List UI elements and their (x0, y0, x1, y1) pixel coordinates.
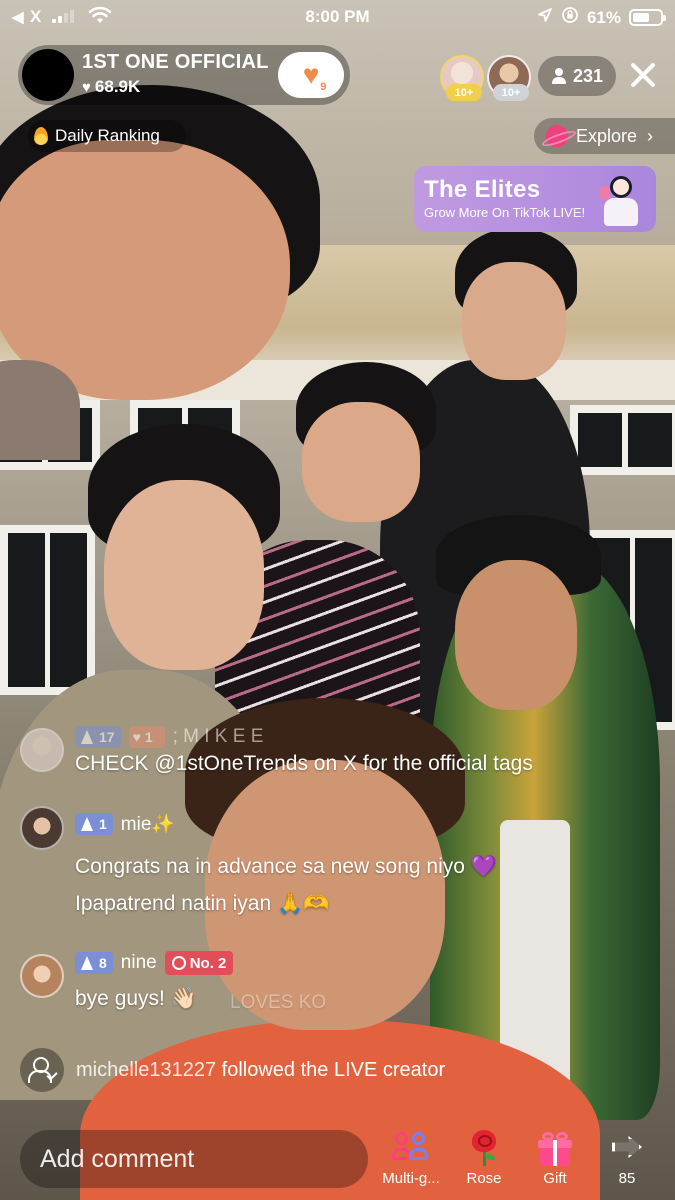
viewer-count: 231 (572, 65, 604, 86)
gift-icon (538, 1132, 572, 1166)
daily-ranking-button[interactable]: Daily Ranking (28, 120, 186, 152)
comment-input[interactable]: Add comment (20, 1130, 368, 1188)
window (570, 405, 675, 475)
flame-icon (34, 127, 48, 145)
commenter-avatar[interactable] (20, 806, 64, 850)
person-icon (551, 67, 567, 85)
host-name: 1ST ONE OFFICIAL (82, 51, 269, 73)
person-scarf-face (455, 560, 577, 710)
heart-icon: ♥ (82, 78, 91, 96)
level-badge: 1 (75, 813, 113, 835)
level-number: 8 (99, 955, 107, 971)
comment-username[interactable]: nine (121, 952, 157, 974)
comment-text: Congrats na in advance sa new song niyo … (75, 855, 497, 878)
fan-level: 9 (320, 81, 327, 93)
gifter-badge: 10+ (493, 84, 529, 101)
top-gifter-avatar-2[interactable]: 10+ (487, 55, 531, 101)
level-badge: 8 (75, 952, 113, 974)
top-gifter-avatar-1[interactable]: 10+ (440, 55, 484, 101)
follow-text: followed the LIVE creator (221, 1058, 446, 1081)
fan-badge-number: 1 (144, 729, 153, 745)
followed-user-icon (20, 1048, 64, 1092)
location-icon (537, 7, 553, 28)
comment-text: bye guys! 👋🏻 (75, 987, 197, 1010)
host-info-pill[interactable]: 1ST ONE OFFICIAL ♥ 68.9K ♥ 9 (18, 45, 350, 105)
clock-icon (171, 956, 186, 970)
orientation-lock-icon (561, 6, 579, 29)
level-icon (81, 730, 93, 744)
multi-guest-button[interactable]: Multi-g... (380, 1128, 442, 1192)
promo-banner[interactable]: The Elites Grow More On TikTok LIVE! (414, 166, 656, 232)
level-icon (81, 956, 93, 970)
comment-username[interactable]: mie✨ (121, 812, 175, 836)
follow-username[interactable]: michelle131227 (76, 1059, 216, 1081)
rose-label: Rose (466, 1170, 502, 1187)
person-left-face (104, 480, 264, 670)
multi-guest-label: Multi-g... (382, 1170, 440, 1187)
rank-badge: No. 2 (164, 951, 234, 975)
commenter-avatar[interactable] (20, 728, 64, 772)
gift-label: Gift (543, 1170, 567, 1187)
battery-percent: 61% (586, 7, 621, 27)
daily-ranking-label: Daily Ranking (55, 126, 160, 145)
planet-icon (546, 125, 568, 147)
comment-placeholder: Add comment (40, 1144, 195, 1173)
level-icon (81, 817, 93, 831)
fan-club-button[interactable]: ♥ 9 (278, 52, 344, 98)
window (0, 525, 95, 695)
person-middle-face (302, 402, 420, 522)
commenter-avatar[interactable] (20, 954, 64, 998)
close-icon[interactable] (626, 58, 660, 92)
level-number: 1 (99, 816, 107, 832)
promo-title: The Elites (424, 176, 541, 203)
promo-subtitle: Grow More On TikTok LIVE! (424, 205, 586, 220)
share-count: 85 (618, 1170, 636, 1187)
status-bar: ◀ X 8:00 PM 61% (0, 0, 675, 36)
gifter-badge: 10+ (446, 84, 482, 101)
host-likes-count: 68.9K (94, 77, 141, 96)
explore-label: Explore (576, 125, 638, 146)
host-avatar[interactable] (22, 49, 74, 101)
rose-icon (469, 1130, 499, 1166)
comment-text: CHECK @1stOneTrends on X for the officia… (75, 752, 533, 775)
comment-faded-text: LOVES KO (230, 992, 327, 1013)
gift-button[interactable]: Gift (524, 1128, 586, 1192)
promo-character-icon (598, 172, 648, 228)
person-back-face (462, 262, 566, 380)
fan-heart-icon: ♥ 9 (302, 59, 327, 93)
heart-icon: ♥ (132, 729, 141, 745)
comment-text: Ipapatrend natin iyan 🙏🫶 (75, 892, 330, 915)
follow-notification: michelle131227 followed the LIVE creator (20, 1048, 445, 1092)
host-likes: ♥ 68.9K (82, 77, 140, 97)
explore-button[interactable]: Explore › (534, 118, 675, 154)
level-number: 17 (99, 729, 115, 745)
chevron-right-icon: › (647, 125, 654, 146)
battery-icon (629, 9, 666, 26)
viewer-count-button[interactable]: 231 (538, 56, 616, 96)
rank-badge-label: No. 2 (189, 954, 227, 972)
multi-guest-icon (392, 1132, 430, 1164)
person-selfie-face (0, 140, 290, 400)
share-arrow-icon (608, 1132, 646, 1162)
rose-gift-button[interactable]: Rose (453, 1128, 515, 1192)
share-button[interactable]: 85 (596, 1128, 658, 1192)
